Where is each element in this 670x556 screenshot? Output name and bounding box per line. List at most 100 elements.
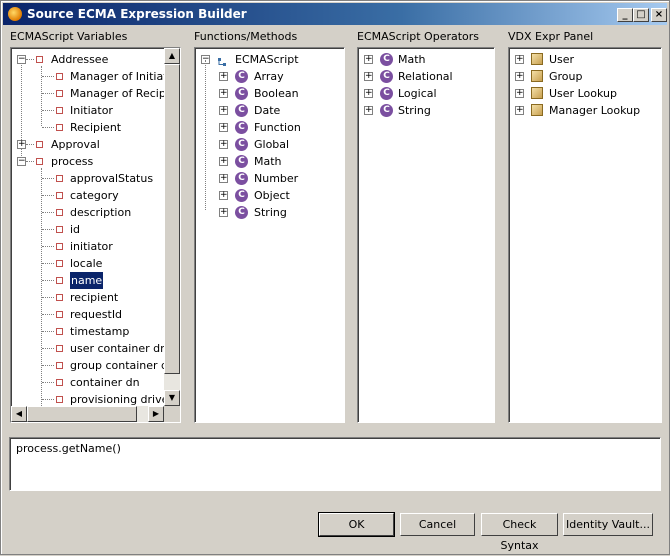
operator-tree-item[interactable]: + C Relational [358,68,488,85]
ok-button[interactable]: OK [318,512,395,537]
variable-node-icon [56,107,63,114]
variables-horizontal-scrollbar[interactable]: ◀ ▶ [11,406,164,422]
expand-icon[interactable]: + [219,140,228,149]
cancel-button[interactable]: Cancel [400,513,475,536]
function-tree-item[interactable]: + C Number [195,170,335,187]
function-tree-item[interactable]: + C String [195,204,335,221]
expand-icon[interactable]: + [515,106,524,115]
variable-node-icon [56,226,63,233]
tree-connector [42,331,54,332]
operator-label: String [398,104,431,117]
expand-icon[interactable]: + [219,208,228,217]
variable-tree-item[interactable]: timestamp [11,323,161,340]
function-tree-item[interactable]: + C Object [195,187,335,204]
variable-node-icon [36,141,43,148]
scroll-right-button[interactable]: ▶ [148,406,164,422]
vdx-tree-item[interactable]: + User Lookup [509,85,655,102]
variable-tree-item[interactable]: Initiator [11,102,161,119]
expand-icon[interactable]: + [515,72,524,81]
variable-tree-item[interactable]: Recipient [11,119,161,136]
variable-tree-item[interactable]: category [11,187,161,204]
variable-tree-item[interactable]: locale [11,255,161,272]
title-bar[interactable]: Source ECMA Expression Builder _ □ × [3,3,667,25]
expand-icon[interactable]: + [515,55,524,64]
vdx-tree[interactable]: + User + Group + User Lookup + Manager Lookup [508,47,662,423]
functions-tree[interactable]: − ECMAScript + C Array + C Boolean + C Date + C Funct… [194,47,345,423]
expand-icon[interactable]: + [364,89,373,98]
collapse-icon[interactable]: − [17,157,26,166]
variable-tree-item[interactable]: user container dn [11,340,167,357]
expand-icon[interactable]: + [219,123,228,132]
expand-icon[interactable]: + [515,89,524,98]
expand-icon[interactable]: + [219,72,228,81]
vdx-tree-item[interactable]: + Group [509,68,655,85]
function-tree-item[interactable]: + C Math [195,153,335,170]
variable-label: user container dn [70,342,168,355]
app-icon [8,7,22,21]
collapse-icon[interactable]: − [17,55,26,64]
variable-tree-item[interactable]: Manager of Initiator [11,68,179,85]
expression-editor[interactable]: process.getName() [9,437,661,491]
variables-panel-label: ECMAScript Variables [10,30,128,43]
variable-tree-item[interactable]: approvalStatus [11,170,161,187]
variable-tree-item[interactable]: − Addressee [11,51,161,68]
function-tree-item[interactable]: + C Date [195,102,335,119]
expand-icon[interactable]: + [17,140,26,149]
variable-tree-item[interactable]: Manager of Recipient [11,85,180,102]
expand-icon[interactable]: + [219,191,228,200]
scroll-left-button[interactable]: ◀ [11,406,27,422]
vertical-scroll-thumb[interactable] [164,64,180,374]
variable-node-icon [56,362,63,369]
variable-tree-item[interactable]: initiator [11,238,161,255]
variable-tree-item[interactable]: id [11,221,161,238]
function-tree-item[interactable]: + C Array [195,68,335,85]
variable-node-icon [56,73,63,80]
variable-tree-item[interactable]: + Approval [11,136,161,153]
variable-tree-item[interactable]: group container dn [11,357,175,374]
function-tree-item[interactable]: + C Boolean [195,85,335,102]
tree-structure-icon [218,55,227,66]
close-button[interactable]: × [651,8,667,22]
vdx-tree-item[interactable]: + Manager Lookup [509,102,655,119]
operator-tree-item[interactable]: + C String [358,102,488,119]
variable-tree-item[interactable]: recipient [11,289,161,306]
tree-connector [26,144,34,145]
expand-icon[interactable]: + [219,174,228,183]
variable-label: recipient [70,291,119,304]
variable-tree-item[interactable]: name [11,271,161,290]
operator-tree-item[interactable]: + C Math [358,51,488,68]
tree-connector [42,127,54,128]
variable-node-icon [56,328,63,335]
minimize-button[interactable]: _ [617,8,633,22]
function-tree-item[interactable]: + C Function [195,119,335,136]
scroll-up-button[interactable]: ▲ [164,48,180,64]
check-syntax-button[interactable]: Check Syntax [481,513,558,552]
operator-tree-item[interactable]: + C Logical [358,85,488,102]
scroll-down-button[interactable]: ▼ [164,390,180,406]
variable-tree-item[interactable]: − process [11,153,161,170]
expand-icon[interactable]: + [364,106,373,115]
function-label: Function [254,121,301,134]
expand-icon[interactable]: + [219,89,228,98]
identity-vault-button[interactable]: Identity Vault... [563,513,653,536]
vdx-tree-item[interactable]: + User [509,51,655,68]
function-label: Global [254,138,290,151]
expand-icon[interactable]: + [364,72,373,81]
vdx-label: Group [549,70,583,83]
horizontal-scroll-thumb[interactable] [27,406,137,422]
variables-vertical-scrollbar[interactable]: ▲ ▼ [164,48,180,406]
variable-node-icon [56,311,63,318]
function-tree-item[interactable]: + C Global [195,136,335,153]
variable-tree-item[interactable]: container dn [11,374,161,391]
operators-tree[interactable]: + C Math + C Relational + C Logical + C String [357,47,495,423]
function-label: Object [254,189,290,202]
tree-connector [42,297,54,298]
expand-icon[interactable]: + [219,157,228,166]
expand-icon[interactable]: + [364,55,373,64]
functions-root-item[interactable]: − ECMAScript [195,51,335,68]
expand-icon[interactable]: + [219,106,228,115]
variable-tree-item[interactable]: description [11,204,161,221]
variable-tree-item[interactable]: requestId [11,306,161,323]
variables-tree[interactable]: − Addressee Manager of Initiator Manager of… [10,47,181,423]
maximize-button[interactable]: □ [633,8,649,22]
